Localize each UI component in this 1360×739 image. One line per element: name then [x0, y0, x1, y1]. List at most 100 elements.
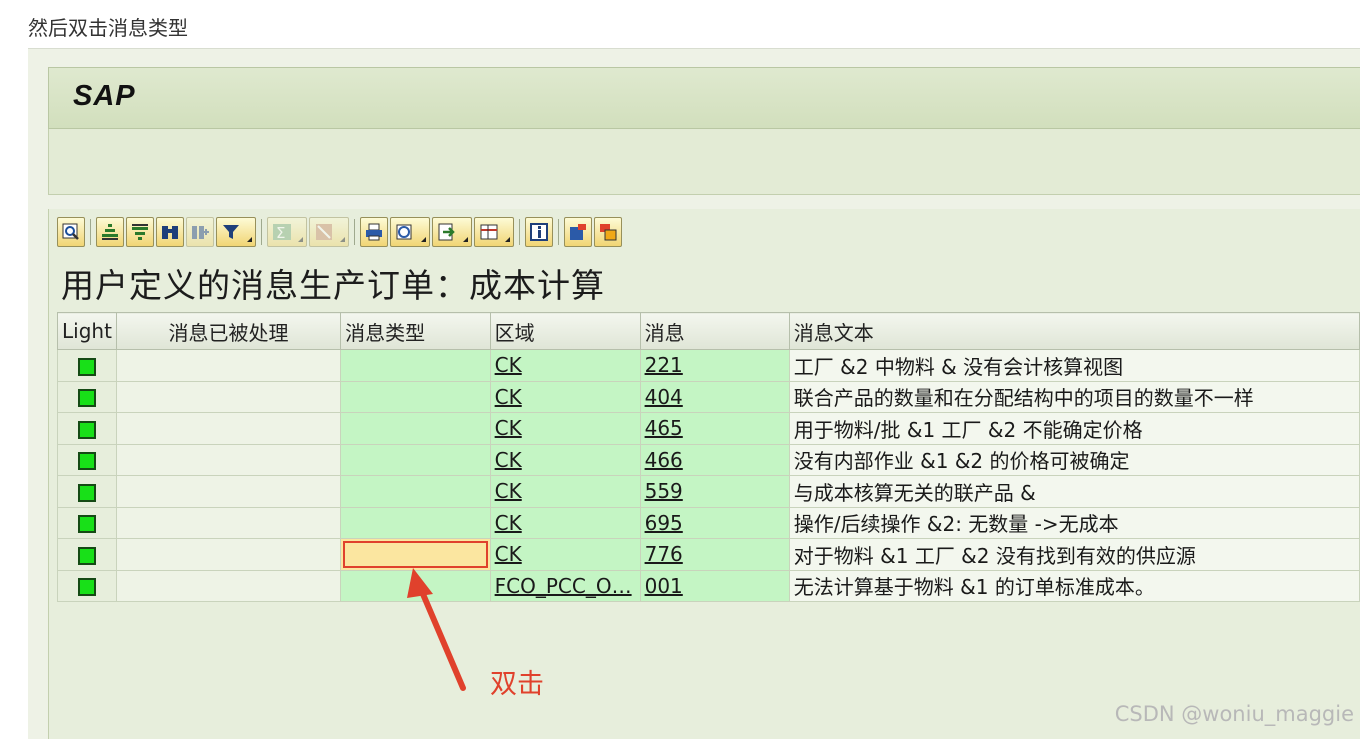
area-link[interactable]: FCO_PCC_O…	[489, 569, 641, 602]
toolbar-separator	[558, 219, 559, 245]
alv-toolbar: Σ	[57, 215, 624, 249]
green-light-icon	[77, 515, 96, 534]
table-row[interactable]: FCO_PCC_O… 001 无法计算基于物料 &1 的订单标准成本。	[57, 569, 1360, 602]
sum-dropdown-button[interactable]: Σ	[267, 217, 307, 247]
table-row[interactable]: CK 559 与成本核算无关的联产品 &	[57, 475, 1360, 508]
message-table: Light 消息已被处理 消息类型 区域 消息 消息文本 CK 221 工厂 &…	[57, 312, 1360, 602]
column-header-message-type[interactable]: 消息类型	[340, 312, 491, 350]
sap-window: SAP Σ 用户定义的消息生产订单：成本计算 Light 消息已被处理 消息类型…	[28, 48, 1360, 739]
print-preview-icon	[366, 223, 382, 241]
green-light-icon	[77, 483, 96, 502]
message-type-cell[interactable]	[340, 412, 491, 445]
area-link[interactable]: CK	[489, 475, 641, 508]
application-toolbar	[48, 129, 1360, 195]
graphic-icon	[570, 224, 586, 240]
views-dropdown-button[interactable]	[390, 217, 430, 247]
message-type-cell[interactable]	[340, 349, 491, 382]
area-link[interactable]: CK	[489, 380, 641, 413]
toolbar-separator	[354, 219, 355, 245]
page-title: 用户定义的消息生产订单：成本计算	[61, 266, 605, 305]
message-text-cell: 用于物料/批 &1 工厂 &2 不能确定价格	[788, 412, 1360, 445]
find-next-icon	[192, 226, 209, 239]
table-row[interactable]: CK 404 联合产品的数量和在分配结构中的项目的数量不一样	[57, 380, 1360, 413]
column-header-message-number[interactable]: 消息	[639, 312, 790, 350]
message-number-link[interactable]: 465	[639, 412, 790, 445]
subtotal-icon	[316, 224, 332, 240]
processed-cell[interactable]	[115, 475, 342, 508]
info-button[interactable]	[525, 217, 553, 247]
processed-cell[interactable]	[115, 506, 342, 539]
export-icon	[438, 223, 455, 241]
message-text-cell: 对于物料 &1 工厂 &2 没有找到有效的供应源	[788, 538, 1360, 571]
find-next-button[interactable]	[186, 217, 214, 247]
message-text-cell: 联合产品的数量和在分配结构中的项目的数量不一样	[788, 380, 1360, 413]
area-link[interactable]: CK	[489, 443, 641, 476]
status-cell	[57, 569, 117, 602]
area-link[interactable]: CK	[489, 506, 641, 539]
status-cell	[57, 506, 117, 539]
status-cell	[57, 443, 117, 476]
green-light-icon	[77, 546, 96, 565]
green-light-icon	[77, 357, 96, 376]
info-icon	[530, 223, 548, 241]
message-type-cell[interactable]	[340, 506, 491, 539]
alv-content-area: Σ 用户定义的消息生产订单：成本计算 Light 消息已被处理 消息类型 区域 …	[48, 209, 1360, 739]
subtotal-dropdown-button[interactable]	[309, 217, 349, 247]
sort-ascending-button[interactable]	[96, 217, 124, 247]
message-text-cell: 工厂 &2 中物料 & 没有会计核算视图	[788, 349, 1360, 382]
toolbar-separator	[519, 219, 520, 245]
message-type-cell[interactable]	[340, 475, 491, 508]
area-link[interactable]: CK	[489, 412, 641, 445]
table-row[interactable]: CK 465 用于物料/批 &1 工厂 &2 不能确定价格	[57, 412, 1360, 445]
message-number-link[interactable]: 466	[639, 443, 790, 476]
column-header-light[interactable]: Light	[57, 312, 117, 350]
table-row[interactable]: CK 695 操作/后续操作 &2: 无数量 ->无成本	[57, 506, 1360, 539]
layout-dropdown-button[interactable]	[474, 217, 514, 247]
find-button[interactable]	[156, 217, 184, 247]
filter-icon	[223, 225, 239, 239]
sort-descending-icon	[132, 224, 148, 240]
sap-logo: SAP	[73, 80, 136, 112]
message-text-cell: 无法计算基于物料 &1 的订单标准成本。	[788, 569, 1360, 602]
export-dropdown-button[interactable]	[432, 217, 472, 247]
area-link[interactable]: CK	[489, 349, 641, 382]
windows-button[interactable]	[594, 217, 622, 247]
green-light-icon	[77, 420, 96, 439]
views-icon	[396, 224, 412, 240]
processed-cell[interactable]	[115, 569, 342, 602]
message-number-link[interactable]: 695	[639, 506, 790, 539]
watermark: CSDN @woniu_maggie	[1114, 702, 1354, 726]
sort-descending-button[interactable]	[126, 217, 154, 247]
area-link[interactable]: CK	[489, 538, 641, 571]
processed-cell[interactable]	[115, 412, 342, 445]
message-number-link[interactable]: 776	[639, 538, 790, 571]
table-row-selected[interactable]: CK 776 对于物料 &1 工厂 &2 没有找到有效的供应源	[57, 538, 1360, 571]
layout-icon	[480, 224, 498, 240]
processed-cell[interactable]	[115, 349, 342, 382]
sap-title-bar: SAP	[48, 67, 1360, 129]
table-row[interactable]: CK 221 工厂 &2 中物料 & 没有会计核算视图	[57, 349, 1360, 382]
processed-cell[interactable]	[115, 443, 342, 476]
graphic-button[interactable]	[564, 217, 592, 247]
status-cell	[57, 380, 117, 413]
column-header-processed[interactable]: 消息已被处理	[115, 312, 342, 350]
sum-icon: Σ	[273, 224, 291, 242]
message-number-link[interactable]: 001	[639, 569, 790, 602]
message-number-link[interactable]: 559	[639, 475, 790, 508]
message-number-link[interactable]: 404	[639, 380, 790, 413]
filter-dropdown-button[interactable]	[216, 217, 256, 247]
column-header-area[interactable]: 区域	[489, 312, 641, 350]
table-row[interactable]: CK 466 没有内部作业 &1 &2 的价格可被确定	[57, 443, 1360, 476]
status-cell	[57, 412, 117, 445]
processed-cell[interactable]	[115, 380, 342, 413]
green-light-icon	[77, 452, 96, 471]
message-type-cell[interactable]	[340, 380, 491, 413]
message-type-cell[interactable]	[340, 443, 491, 476]
message-number-link[interactable]: 221	[639, 349, 790, 382]
processed-cell[interactable]	[115, 538, 342, 571]
details-button[interactable]	[57, 217, 85, 247]
message-text-cell: 操作/后续操作 &2: 无数量 ->无成本	[788, 506, 1360, 539]
annotation-arrow	[407, 568, 466, 691]
column-header-message-text[interactable]: 消息文本	[788, 312, 1360, 350]
print-preview-button[interactable]	[360, 217, 388, 247]
